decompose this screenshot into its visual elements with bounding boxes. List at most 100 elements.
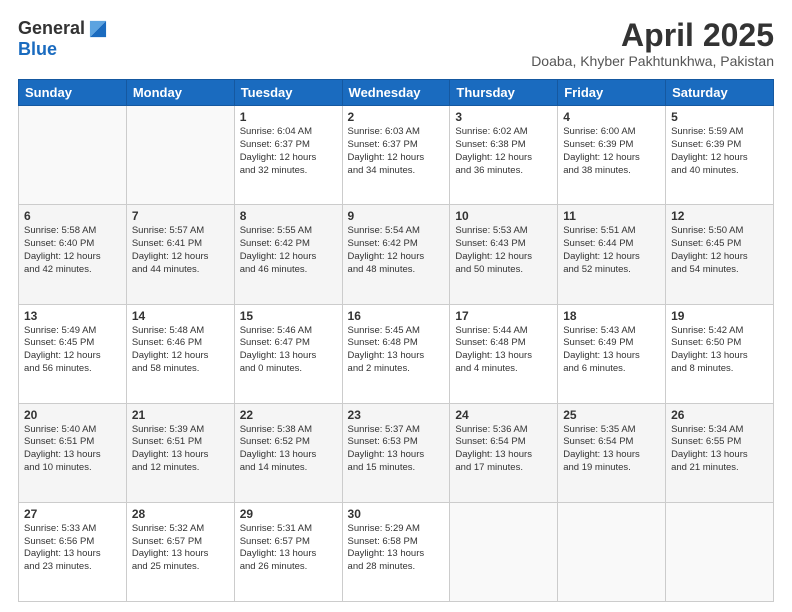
calendar-cell: 17 Sunrise: 5:44 AM Sunset: 6:48 PM Dayli… <box>450 304 558 403</box>
day-number: 30 <box>348 507 445 521</box>
day-info: Sunrise: 5:33 AM Sunset: 6:56 PM Dayligh… <box>24 523 121 574</box>
calendar-cell: 13 Sunrise: 5:49 AM Sunset: 6:45 PM Dayli… <box>19 304 127 403</box>
day-info: Sunrise: 5:31 AM Sunset: 6:57 PM Dayligh… <box>240 523 337 574</box>
logo-text: General Blue <box>18 18 109 60</box>
day-number: 24 <box>455 408 552 422</box>
calendar-cell: 12Sunrise: 5:50 AM Sunset: 6:45 PM Dayli… <box>666 205 774 304</box>
day-info: Sunrise: 5:35 AM Sunset: 6:54 PM Dayligh… <box>563 424 660 475</box>
calendar-cell: 19Sunrise: 5:42 AM Sunset: 6:50 PM Dayli… <box>666 304 774 403</box>
day-number: 4 <box>563 110 660 124</box>
day-number: 17 <box>455 309 552 323</box>
day-info: Sunrise: 5:39 AM Sunset: 6:51 PM Dayligh… <box>132 424 229 475</box>
col-header-monday: Monday <box>126 80 234 106</box>
day-number: 1 <box>240 110 337 124</box>
col-header-wednesday: Wednesday <box>342 80 450 106</box>
main-title: April 2025 <box>531 18 774 53</box>
day-info: Sunrise: 5:44 AM Sunset: 6:48 PM Dayligh… <box>455 325 552 376</box>
day-number: 8 <box>240 209 337 223</box>
day-info: Sunrise: 6:02 AM Sunset: 6:38 PM Dayligh… <box>455 126 552 177</box>
day-number: 10 <box>455 209 552 223</box>
calendar-cell: 29 Sunrise: 5:31 AM Sunset: 6:57 PM Dayli… <box>234 502 342 601</box>
day-info: Sunrise: 5:50 AM Sunset: 6:45 PM Dayligh… <box>671 225 768 276</box>
day-number: 23 <box>348 408 445 422</box>
day-number: 5 <box>671 110 768 124</box>
day-number: 22 <box>240 408 337 422</box>
day-number: 18 <box>563 309 660 323</box>
day-number: 6 <box>24 209 121 223</box>
day-info: Sunrise: 6:00 AM Sunset: 6:39 PM Dayligh… <box>563 126 660 177</box>
day-info: Sunrise: 5:36 AM Sunset: 6:54 PM Dayligh… <box>455 424 552 475</box>
calendar-cell: 4 Sunrise: 6:00 AM Sunset: 6:39 PM Daylig… <box>558 106 666 205</box>
day-info: Sunrise: 5:43 AM Sunset: 6:49 PM Dayligh… <box>563 325 660 376</box>
calendar-cell: 18 Sunrise: 5:43 AM Sunset: 6:49 PM Dayli… <box>558 304 666 403</box>
day-info: Sunrise: 5:48 AM Sunset: 6:46 PM Dayligh… <box>132 325 229 376</box>
day-number: 16 <box>348 309 445 323</box>
calendar-cell: 16 Sunrise: 5:45 AM Sunset: 6:48 PM Dayli… <box>342 304 450 403</box>
calendar-cell: 8 Sunrise: 5:55 AM Sunset: 6:42 PM Daylig… <box>234 205 342 304</box>
day-info: Sunrise: 5:49 AM Sunset: 6:45 PM Dayligh… <box>24 325 121 376</box>
calendar-cell: 28 Sunrise: 5:32 AM Sunset: 6:57 PM Dayli… <box>126 502 234 601</box>
day-info: Sunrise: 5:53 AM Sunset: 6:43 PM Dayligh… <box>455 225 552 276</box>
calendar-cell: 27 Sunrise: 5:33 AM Sunset: 6:56 PM Dayli… <box>19 502 127 601</box>
day-number: 11 <box>563 209 660 223</box>
calendar-cell: 22 Sunrise: 5:38 AM Sunset: 6:52 PM Dayli… <box>234 403 342 502</box>
day-info: Sunrise: 6:04 AM Sunset: 6:37 PM Dayligh… <box>240 126 337 177</box>
calendar-cell: 2Sunrise: 6:03 AM Sunset: 6:37 PM Daylig… <box>342 106 450 205</box>
calendar-table: SundayMondayTuesdayWednesdayThursdayFrid… <box>18 79 774 602</box>
calendar-cell <box>450 502 558 601</box>
calendar-cell: 3 Sunrise: 6:02 AM Sunset: 6:38 PM Daylig… <box>450 106 558 205</box>
day-number: 27 <box>24 507 121 521</box>
day-number: 7 <box>132 209 229 223</box>
logo: General Blue <box>18 18 109 60</box>
day-info: Sunrise: 5:38 AM Sunset: 6:52 PM Dayligh… <box>240 424 337 475</box>
calendar-cell <box>19 106 127 205</box>
calendar-cell: 5 Sunrise: 5:59 AM Sunset: 6:39 PM Daylig… <box>666 106 774 205</box>
day-number: 29 <box>240 507 337 521</box>
day-number: 3 <box>455 110 552 124</box>
subtitle: Doaba, Khyber Pakhtunkhwa, Pakistan <box>531 53 774 69</box>
day-info: Sunrise: 5:37 AM Sunset: 6:53 PM Dayligh… <box>348 424 445 475</box>
day-info: Sunrise: 5:45 AM Sunset: 6:48 PM Dayligh… <box>348 325 445 376</box>
day-number: 13 <box>24 309 121 323</box>
calendar-cell <box>666 502 774 601</box>
day-info: Sunrise: 5:55 AM Sunset: 6:42 PM Dayligh… <box>240 225 337 276</box>
day-info: Sunrise: 5:42 AM Sunset: 6:50 PM Dayligh… <box>671 325 768 376</box>
day-number: 26 <box>671 408 768 422</box>
logo-general: General <box>18 19 85 39</box>
col-header-sunday: Sunday <box>19 80 127 106</box>
day-info: Sunrise: 5:32 AM Sunset: 6:57 PM Dayligh… <box>132 523 229 574</box>
col-header-thursday: Thursday <box>450 80 558 106</box>
day-number: 21 <box>132 408 229 422</box>
page: General Blue April 2025 Doaba, Khyber Pa… <box>0 0 792 612</box>
col-header-saturday: Saturday <box>666 80 774 106</box>
day-info: Sunrise: 5:40 AM Sunset: 6:51 PM Dayligh… <box>24 424 121 475</box>
day-number: 20 <box>24 408 121 422</box>
logo-icon <box>87 18 109 40</box>
day-number: 25 <box>563 408 660 422</box>
day-info: Sunrise: 5:29 AM Sunset: 6:58 PM Dayligh… <box>348 523 445 574</box>
day-info: Sunrise: 6:03 AM Sunset: 6:37 PM Dayligh… <box>348 126 445 177</box>
calendar-cell: 9Sunrise: 5:54 AM Sunset: 6:42 PM Daylig… <box>342 205 450 304</box>
day-info: Sunrise: 5:34 AM Sunset: 6:55 PM Dayligh… <box>671 424 768 475</box>
header: General Blue April 2025 Doaba, Khyber Pa… <box>18 18 774 69</box>
calendar-cell: 11Sunrise: 5:51 AM Sunset: 6:44 PM Dayli… <box>558 205 666 304</box>
logo-blue: Blue <box>18 40 109 60</box>
col-header-friday: Friday <box>558 80 666 106</box>
day-info: Sunrise: 5:46 AM Sunset: 6:47 PM Dayligh… <box>240 325 337 376</box>
title-block: April 2025 Doaba, Khyber Pakhtunkhwa, Pa… <box>531 18 774 69</box>
calendar-cell: 20 Sunrise: 5:40 AM Sunset: 6:51 PM Dayli… <box>19 403 127 502</box>
calendar-cell <box>558 502 666 601</box>
calendar-cell: 24 Sunrise: 5:36 AM Sunset: 6:54 PM Dayli… <box>450 403 558 502</box>
calendar-cell: 6 Sunrise: 5:58 AM Sunset: 6:40 PM Daylig… <box>19 205 127 304</box>
calendar-cell <box>126 106 234 205</box>
calendar-cell: 23 Sunrise: 5:37 AM Sunset: 6:53 PM Dayli… <box>342 403 450 502</box>
day-info: Sunrise: 5:58 AM Sunset: 6:40 PM Dayligh… <box>24 225 121 276</box>
calendar-cell: 30 Sunrise: 5:29 AM Sunset: 6:58 PM Dayli… <box>342 502 450 601</box>
calendar-cell: 25 Sunrise: 5:35 AM Sunset: 6:54 PM Dayli… <box>558 403 666 502</box>
calendar-cell: 15Sunrise: 5:46 AM Sunset: 6:47 PM Dayli… <box>234 304 342 403</box>
day-number: 9 <box>348 209 445 223</box>
calendar-cell: 14Sunrise: 5:48 AM Sunset: 6:46 PM Dayli… <box>126 304 234 403</box>
day-number: 28 <box>132 507 229 521</box>
calendar-cell: 10 Sunrise: 5:53 AM Sunset: 6:43 PM Dayli… <box>450 205 558 304</box>
day-info: Sunrise: 5:59 AM Sunset: 6:39 PM Dayligh… <box>671 126 768 177</box>
